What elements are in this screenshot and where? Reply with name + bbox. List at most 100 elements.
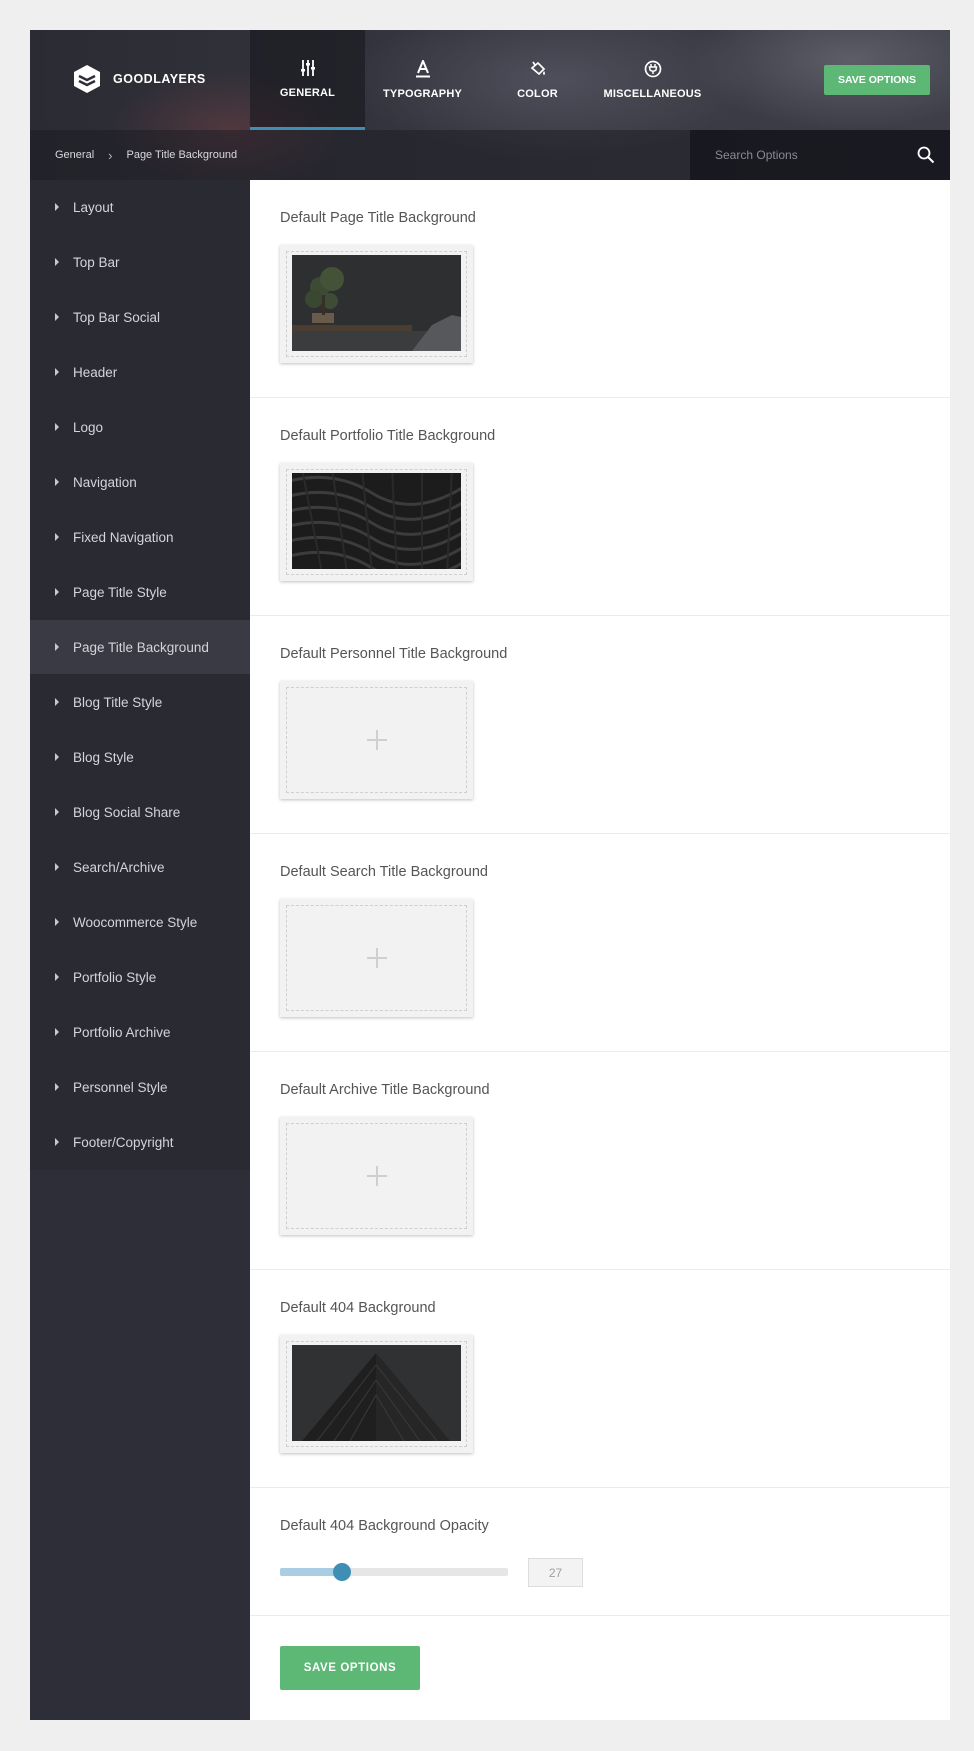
sidebar-item-footer-copyright[interactable]: Footer/Copyright [30, 1115, 250, 1170]
sidebar-item-label: Header [73, 364, 118, 380]
sidebar-item-portfolio-archive[interactable]: Portfolio Archive [30, 1005, 250, 1060]
sidebar-item-label: Fixed Navigation [73, 529, 174, 545]
caret-right-icon [55, 478, 59, 486]
sidebar-item-search-archive[interactable]: Search/Archive [30, 840, 250, 895]
tab-general[interactable]: GENERAL [250, 30, 365, 130]
sidebar-item-label: Personnel Style [73, 1079, 168, 1095]
tab-label: MISCELLANEOUS [603, 88, 702, 100]
sidebar-item-personnel-style[interactable]: Personnel Style [30, 1060, 250, 1115]
sidebar-item-navigation[interactable]: Navigation [30, 455, 250, 510]
bonsai-desk-image [292, 255, 461, 351]
sidebar-item-label: Layout [73, 199, 114, 215]
option-title: Default Portfolio Title Background [280, 428, 496, 444]
options-sidebar: Layout Top Bar Top Bar Social Header Log… [30, 180, 250, 1720]
sidebar-item-label: Footer/Copyright [73, 1134, 174, 1150]
option-portfolio-title-background: Default Portfolio Title Background [250, 398, 950, 616]
sidebar-item-blog-style[interactable]: Blog Style [30, 730, 250, 785]
image-upload-404[interactable] [280, 1335, 473, 1453]
sliders-icon [300, 59, 315, 76]
save-options-button-top[interactable]: SAVE OPTIONS [824, 65, 930, 95]
caret-right-icon [55, 368, 59, 376]
top-navigation: GOODLAYERS GENERAL TYPOGRAPHY COLOR MISC… [30, 30, 950, 130]
caret-right-icon [55, 313, 59, 321]
sidebar-item-woocommerce-style[interactable]: Woocommerce Style [30, 895, 250, 950]
caret-right-icon [55, 918, 59, 926]
caret-right-icon [55, 258, 59, 266]
sidebar-item-logo[interactable]: Logo [30, 400, 250, 455]
option-personnel-title-background: Default Personnel Title Background [250, 616, 950, 834]
caret-right-icon [55, 1028, 59, 1036]
tab-label: COLOR [517, 88, 558, 100]
caret-right-icon [55, 1083, 59, 1091]
save-options-button[interactable]: SAVE OPTIONS [280, 1646, 420, 1690]
slider-handle[interactable] [332, 1563, 351, 1581]
option-archive-title-background: Default Archive Title Background [250, 1052, 950, 1270]
sidebar-item-header[interactable]: Header [30, 345, 250, 400]
sidebar-item-label: Page Title Background [73, 639, 209, 655]
caret-right-icon [55, 203, 59, 211]
main-tabs: GENERAL TYPOGRAPHY COLOR MISCELLANEOUS [250, 30, 710, 130]
tab-miscellaneous[interactable]: MISCELLANEOUS [595, 30, 710, 130]
sidebar-item-blog-social-share[interactable]: Blog Social Share [30, 785, 250, 840]
plus-icon [366, 1166, 387, 1186]
caret-right-icon [55, 808, 59, 816]
option-title: Default Archive Title Background [280, 1082, 490, 1098]
tab-color[interactable]: COLOR [480, 30, 595, 130]
caret-right-icon [55, 1138, 59, 1146]
image-upload-search-title[interactable] [280, 899, 473, 1017]
goodlayers-logo-icon [74, 65, 100, 93]
option-page-title-background: Default Page Title Background [250, 180, 950, 398]
sidebar-item-page-title-background[interactable]: Page Title Background [30, 620, 250, 675]
image-upload-archive-title[interactable] [280, 1117, 473, 1235]
tab-label: TYPOGRAPHY [382, 88, 462, 100]
search-input[interactable] [715, 145, 905, 165]
sidebar-item-label: Top Bar Social [73, 309, 161, 325]
save-section: SAVE OPTIONS [250, 1616, 950, 1726]
logo-text: GOODLAYERS [113, 72, 206, 86]
sidebar-item-top-bar-social[interactable]: Top Bar Social [30, 290, 250, 345]
option-title: Default 404 Background Opacity [280, 1518, 489, 1534]
sidebar-item-fixed-navigation[interactable]: Fixed Navigation [30, 510, 250, 565]
sidebar-item-label: Portfolio Archive [73, 1024, 171, 1040]
options-header: GOODLAYERS GENERAL TYPOGRAPHY COLOR MISC… [30, 30, 950, 180]
abstract-wave-image [292, 473, 461, 569]
opacity-value-field[interactable] [528, 1558, 583, 1587]
caret-right-icon [55, 863, 59, 871]
logo: GOODLAYERS [73, 64, 206, 94]
caret-right-icon [55, 423, 59, 431]
option-404-opacity: Default 404 Background Opacity [250, 1488, 950, 1616]
sidebar-item-layout[interactable]: Layout [30, 180, 250, 235]
sidebar-item-label: Woocommerce Style [73, 914, 198, 930]
caret-right-icon [55, 698, 59, 706]
sidebar-item-label: Navigation [73, 474, 137, 490]
breadcrumb-item-general[interactable]: General [55, 149, 94, 161]
sidebar-item-page-title-style[interactable]: Page Title Style [30, 565, 250, 620]
caret-right-icon [55, 643, 59, 651]
search-icon[interactable] [917, 146, 935, 164]
option-search-title-background: Default Search Title Background [250, 834, 950, 1052]
caret-right-icon [55, 588, 59, 596]
sidebar-item-label: Blog Title Style [73, 694, 163, 710]
image-upload-page-title[interactable] [280, 245, 473, 363]
plug-icon [644, 60, 661, 78]
theme-options-panel: GOODLAYERS GENERAL TYPOGRAPHY COLOR MISC… [30, 30, 950, 1720]
caret-right-icon [55, 973, 59, 981]
option-title: Default Personnel Title Background [280, 646, 508, 662]
tab-typography[interactable]: TYPOGRAPHY [365, 30, 480, 130]
tab-label: GENERAL [279, 86, 336, 99]
image-upload-personnel-title[interactable] [280, 681, 473, 799]
sidebar-item-top-bar[interactable]: Top Bar [30, 235, 250, 290]
paint-bucket-icon [530, 61, 545, 76]
plus-icon [366, 730, 387, 750]
breadcrumb-separator: › [108, 147, 113, 163]
breadcrumb-item-current: Page Title Background [126, 149, 238, 161]
image-upload-portfolio-title[interactable] [280, 463, 473, 581]
breadcrumb-bar: General › Page Title Background [30, 130, 950, 180]
sidebar-item-blog-title-style[interactable]: Blog Title Style [30, 675, 250, 730]
sidebar-item-portfolio-style[interactable]: Portfolio Style [30, 950, 250, 1005]
typography-icon [415, 60, 430, 78]
opacity-slider[interactable] [280, 1563, 508, 1581]
option-title: Default Page Title Background [280, 210, 476, 226]
search-box [690, 130, 950, 180]
sidebar-item-label: Portfolio Style [73, 969, 157, 985]
